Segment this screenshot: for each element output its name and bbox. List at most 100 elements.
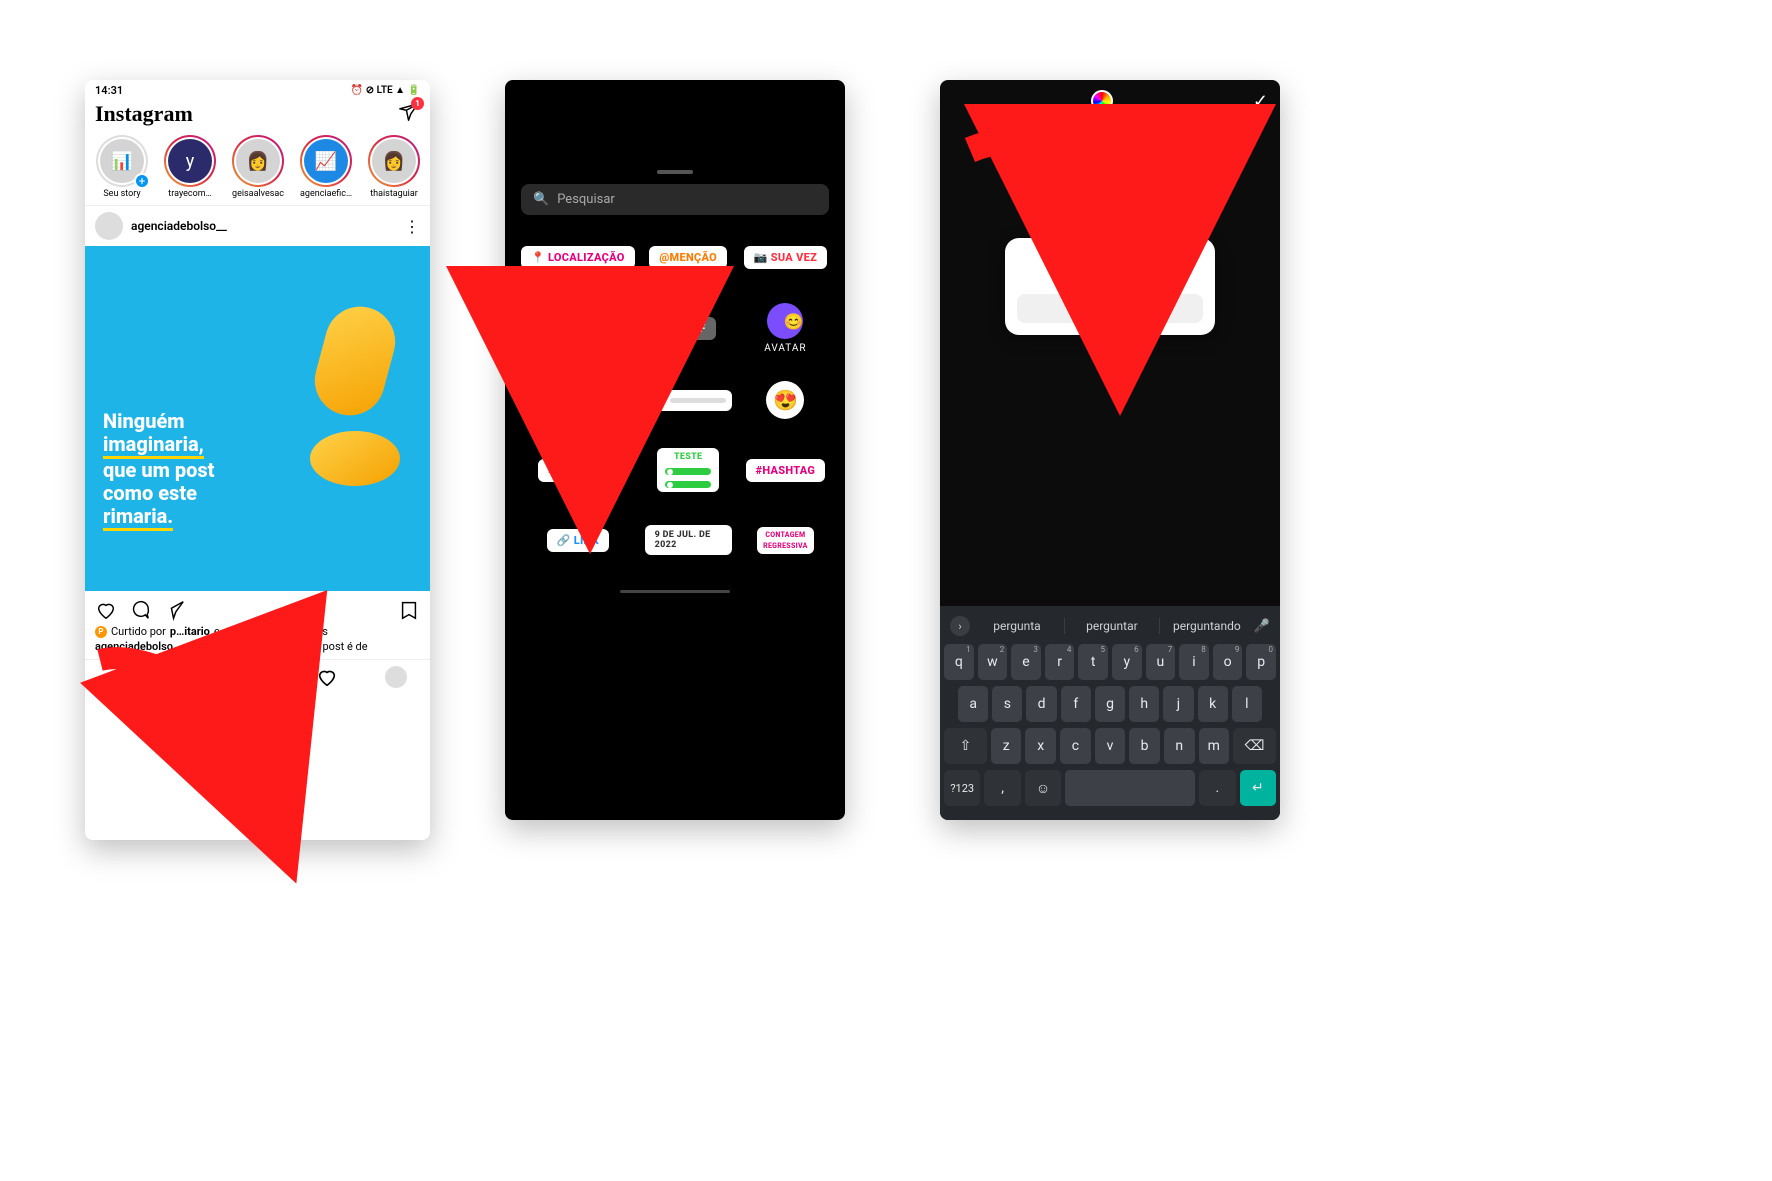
key-x[interactable]: x [1025, 728, 1056, 764]
key-t[interactable]: t5 [1078, 644, 1108, 680]
post-avatar[interactable] [95, 212, 123, 240]
post-header: agenciadebolso__ ⋮ [85, 205, 430, 246]
key-e[interactable]: e3 [1011, 644, 1041, 680]
key-b[interactable]: b [1129, 728, 1160, 764]
profile-icon[interactable] [385, 666, 407, 688]
sticker-emoji[interactable]: 😍 [766, 381, 804, 419]
post-username[interactable]: agenciadebolso__ [131, 219, 396, 233]
keyboard: › pergunta perguntar perguntando 🎤 q1w2e… [940, 606, 1280, 820]
sticker-link[interactable]: 🔗LINK [547, 529, 609, 552]
key-space[interactable] [1065, 770, 1195, 806]
post-image[interactable]: Ninguém imaginaria, que um post como est… [85, 246, 430, 591]
likes-text[interactable]: P Curtido por p…itario e outras 4.343 pe… [85, 625, 430, 638]
sticker-gif[interactable]: 🔍 GIF [661, 317, 716, 340]
create-icon[interactable] [247, 666, 269, 688]
key-w[interactable]: w2 [978, 644, 1008, 680]
sticker-avatar[interactable]: 😊 [767, 303, 803, 339]
search-icon[interactable] [178, 666, 200, 688]
post-overlay-text: Ninguém imaginaria, que um post como est… [103, 410, 214, 531]
question-sticker-card[interactable]: 📊 Faça uma pergunta Digite algo... [1005, 238, 1215, 335]
phone-sticker-tray: 🔍 Pesquisar 📍LOCALIZAÇÃO @MENÇÃO 📷SUA VE… [505, 80, 845, 820]
bookmark-icon[interactable] [398, 599, 420, 621]
done-button[interactable]: ✓ [1253, 91, 1268, 112]
color-picker-button[interactable] [1091, 90, 1113, 112]
stories-row[interactable]: 📊+ Seu story y trayecom… 👩 geisaalvesac … [85, 135, 430, 205]
sticker-poll[interactable]: ≡ ENQUETE [538, 459, 618, 482]
key-o[interactable]: o9 [1213, 644, 1243, 680]
microphone-graphic [300, 306, 410, 486]
key-n[interactable]: n [1164, 728, 1195, 764]
question-input[interactable]: Digite algo... [1017, 294, 1203, 323]
dm-badge: 1 [411, 97, 424, 110]
sticker-quiz[interactable]: TESTE [657, 448, 719, 492]
suggestion-word[interactable]: perguntar [1071, 619, 1153, 633]
phone-feed: 14:31 ⏰ ⊘ LTE ▲ 🔋 Instagram 1 📊+ Seu sto… [85, 80, 430, 840]
key-r[interactable]: r4 [1045, 644, 1075, 680]
search-icon: 🔍 [533, 192, 549, 207]
activity-icon[interactable] [316, 666, 338, 688]
key-p[interactable]: p0 [1246, 644, 1276, 680]
question-avatar: 📊 [1092, 220, 1128, 256]
key-h[interactable]: h [1129, 686, 1159, 722]
story-item[interactable]: y trayecom… [159, 135, 221, 199]
phone-question-editor: ✓ 📊 Faça uma pergunta Digite algo... › p… [940, 80, 1280, 820]
key-l[interactable]: l [1232, 686, 1262, 722]
voice-input-icon[interactable]: 🎤 [1254, 619, 1270, 634]
home-icon[interactable] [109, 666, 131, 688]
story-item[interactable]: 👩 thaistaguiar [363, 135, 425, 199]
question-title[interactable]: Faça uma pergunta [1017, 266, 1203, 282]
key-q[interactable]: q1 [944, 644, 974, 680]
post-more-icon[interactable]: ⋮ [404, 217, 420, 236]
sticker-emoji-slider[interactable]: 😍 [645, 390, 732, 411]
key-numbers[interactable]: ?123 [944, 770, 980, 806]
key-j[interactable]: j [1163, 686, 1193, 722]
sticker-your-turn[interactable]: 📷SUA VEZ [744, 246, 827, 269]
status-bar: 14:31 ⏰ ⊘ LTE ▲ 🔋 [85, 80, 430, 97]
like-icon[interactable] [95, 599, 117, 621]
key-emoji[interactable]: ☺ [1025, 770, 1061, 806]
sticker-date[interactable]: 9 DE JUL. DE 2022 [645, 525, 732, 555]
key-backspace[interactable]: ⌫ [1233, 728, 1276, 764]
sticker-music[interactable]: 🎵MÚSICA [538, 389, 618, 412]
key-g[interactable]: g [1095, 686, 1125, 722]
post-caption[interactable]: agenciadebolso__ 👉 O estudo que eu citei… [85, 638, 430, 659]
suggestion-word[interactable]: perguntando [1166, 619, 1248, 633]
key-k[interactable]: k [1198, 686, 1228, 722]
instagram-logo[interactable]: Instagram [95, 101, 193, 127]
share-icon[interactable] [163, 599, 185, 621]
sticker-mention[interactable]: @MENÇÃO [649, 246, 727, 269]
sticker-hashtag[interactable]: #HASHTAG [746, 459, 826, 482]
key-comma[interactable]: , [984, 770, 1020, 806]
status-icons: ⏰ ⊘ LTE ▲ 🔋 [351, 85, 420, 96]
bottom-nav [85, 659, 430, 694]
comment-icon[interactable] [129, 599, 151, 621]
direct-messages-button[interactable]: 1 [398, 101, 420, 127]
key-v[interactable]: v [1095, 728, 1126, 764]
key-m[interactable]: m [1199, 728, 1230, 764]
story-item[interactable]: 👩 geisaalvesac [227, 135, 289, 199]
key-s[interactable]: s [992, 686, 1022, 722]
key-d[interactable]: d [1026, 686, 1056, 722]
key-c[interactable]: c [1060, 728, 1091, 764]
add-story-icon: + [134, 173, 150, 189]
expand-suggestions-button[interactable]: › [950, 616, 970, 636]
key-shift[interactable]: ⇧ [944, 728, 987, 764]
key-z[interactable]: z [991, 728, 1022, 764]
story-your-story[interactable]: 📊+ Seu story [91, 135, 153, 199]
key-enter[interactable]: ↵ [1240, 770, 1276, 806]
sticker-countdown[interactable]: CONTAGEMREGRESSIVA [757, 527, 814, 554]
key-period[interactable]: . [1199, 770, 1235, 806]
sticker-questions[interactable]: PERGUNTAS [535, 317, 621, 340]
suggestion-word[interactable]: pergunta [976, 619, 1058, 633]
key-f[interactable]: f [1061, 686, 1091, 722]
key-a[interactable]: a [958, 686, 988, 722]
key-u[interactable]: u7 [1146, 644, 1176, 680]
tray-handle[interactable] [657, 170, 693, 174]
sticker-location[interactable]: 📍LOCALIZAÇÃO [521, 246, 635, 269]
gesture-bar [620, 590, 730, 593]
key-y[interactable]: y6 [1112, 644, 1142, 680]
key-i[interactable]: i8 [1179, 644, 1209, 680]
sticker-search[interactable]: 🔍 Pesquisar [521, 184, 829, 215]
story-item[interactable]: 📈 agenciaefic… [295, 135, 357, 199]
post-actions [85, 591, 430, 625]
